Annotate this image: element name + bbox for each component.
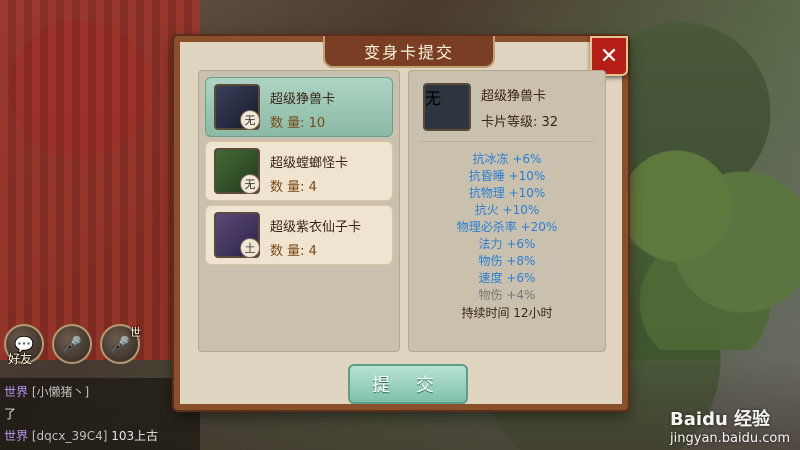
- card-item[interactable]: 无 超级螳螂怪卡 数 量: 4: [205, 141, 393, 201]
- world-channel-label[interactable]: 世: [130, 324, 141, 340]
- microphone-icon: 🎤: [62, 334, 82, 354]
- card-item[interactable]: 土 超级紫衣仙子卡 数 量: 4: [205, 205, 393, 265]
- attribute-line: 物理必杀率 +20%: [456, 220, 558, 234]
- card-thumbnail: 土: [214, 212, 260, 258]
- card-quantity: 数 量: 10: [270, 116, 326, 131]
- card-thumbnail: 无: [214, 148, 260, 194]
- element-tag: 无: [240, 110, 260, 130]
- attribute-line: 速度 +6%: [478, 271, 536, 285]
- element-tag: 无: [425, 89, 442, 108]
- element-tag: 无: [240, 174, 260, 194]
- attribute-line: 物伤 +8%: [478, 254, 536, 268]
- card-thumbnail: 无: [214, 84, 260, 130]
- attribute-line: 抗昏睡 +10%: [468, 169, 546, 183]
- divider: [419, 141, 595, 142]
- chat-line: 世界 [小懒猪丶]: [4, 383, 89, 400]
- card-name: 超级紫衣仙子卡: [270, 220, 362, 235]
- detail-card-thumbnail: 无: [423, 83, 471, 131]
- card-details-panel: 无 超级狰兽卡 卡片等级: 32 抗冰冻 +6% 抗昏睡 +10% 抗物理 +1…: [408, 70, 606, 352]
- watermark-url: jingyan.baidu.com: [670, 431, 790, 446]
- chat-channel: 世界: [4, 429, 29, 443]
- chat-text: 103上古: [111, 429, 159, 443]
- attribute-list: 抗冰冻 +6% 抗昏睡 +10% 抗物理 +10% 抗火 +10% 物理必杀率 …: [409, 151, 605, 322]
- card-list: 无 超级狰兽卡 数 量: 10 无 超级螳螂怪卡 数 量: 4 土 超级紫衣仙子…: [198, 70, 400, 352]
- dialog-title: 变身卡提交: [323, 36, 495, 68]
- duration-text: 持续时间 12小时: [461, 306, 553, 320]
- submit-button[interactable]: 提 交: [348, 364, 468, 404]
- card-name: 超级螳螂怪卡: [270, 156, 349, 171]
- chat-line: 了: [4, 405, 16, 422]
- close-icon: ✕: [599, 43, 619, 69]
- card-item-selected[interactable]: 无 超级狰兽卡 数 量: 10: [205, 77, 393, 137]
- element-tag: 土: [240, 238, 260, 258]
- attribute-line-inactive: 物伤 +4%: [478, 288, 536, 302]
- card-level: 卡片等级: 32: [481, 115, 559, 130]
- palace-roof-illustration: [0, 0, 200, 360]
- chat-channel: 世界: [4, 385, 29, 399]
- detail-card-name: 超级狰兽卡: [481, 89, 547, 104]
- microphone-icon: 🎤: [110, 334, 130, 354]
- chat-text: 了: [4, 407, 17, 421]
- chat-user[interactable]: [小懒猪丶]: [32, 385, 89, 399]
- attribute-line: 法力 +6%: [478, 237, 536, 251]
- watermark-brand: Baidu 经验: [670, 409, 771, 430]
- transform-card-submit-dialog: 变身卡提交 ✕ 无 超级狰兽卡 数 量: 10 无 超级螳螂怪卡 数 量: 4 …: [174, 36, 628, 410]
- voice-button[interactable]: 🎤: [52, 324, 92, 364]
- trees-illustration: [610, 110, 800, 350]
- card-quantity: 数 量: 4: [270, 180, 317, 195]
- card-quantity: 数 量: 4: [270, 244, 317, 259]
- chat-user[interactable]: [dqcx_39C4]: [32, 429, 108, 443]
- attribute-line: 抗火 +10%: [474, 203, 540, 217]
- card-name: 超级狰兽卡: [270, 92, 336, 107]
- attribute-line: 抗冰冻 +6%: [472, 152, 542, 166]
- chat-line: 世界 [dqcx_39C4] 103上古: [4, 427, 158, 444]
- attribute-line: 抗物理 +10%: [468, 186, 546, 200]
- friend-label[interactable]: 好友: [8, 350, 32, 367]
- baidu-jingyan-watermark: Baidu 经验 jingyan.baidu.com: [670, 405, 790, 446]
